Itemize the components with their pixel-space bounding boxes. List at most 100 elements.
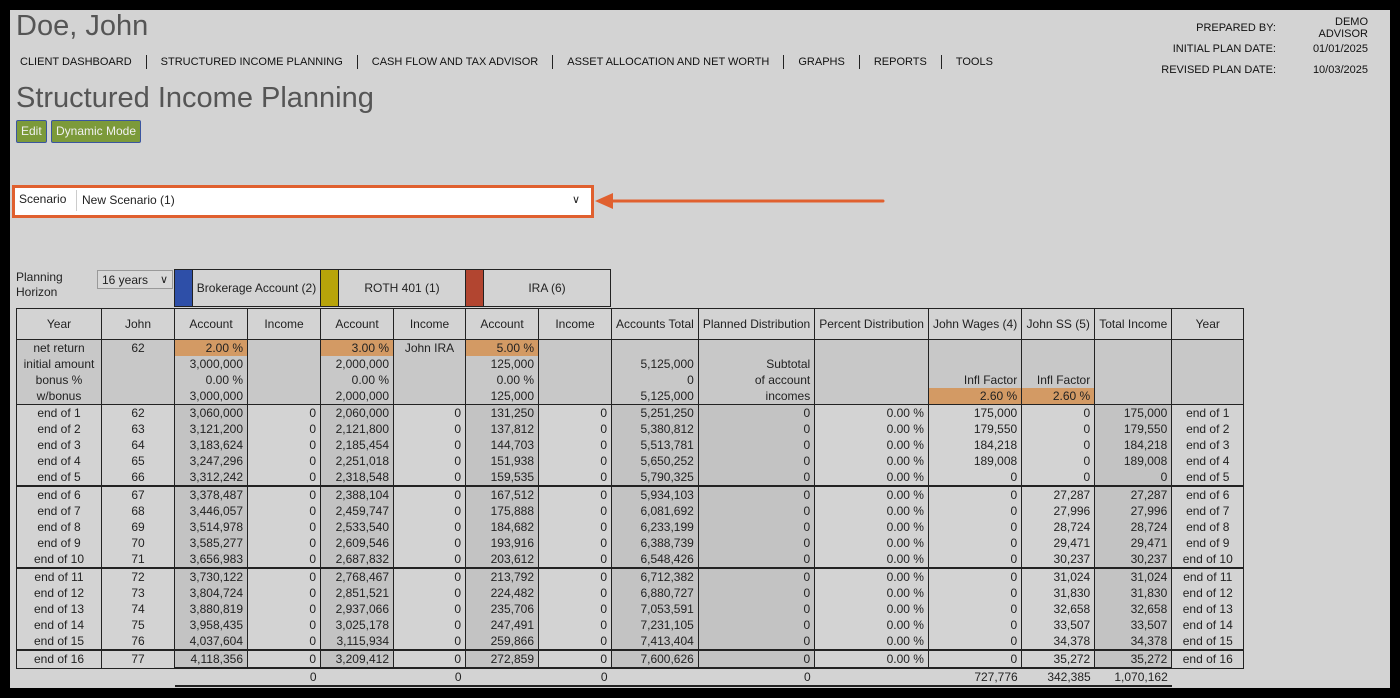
table-cell: 0 (247, 469, 321, 486)
nav-link[interactable]: GRAPHS (798, 56, 844, 68)
table-cell: 28,724 (1021, 519, 1096, 535)
table-cell: 179,550 (927, 421, 1023, 437)
table-row: end of 9 70 3,585,277 0 2,609,546 0 193,916 0 6,… (16, 535, 1245, 551)
rate-input[interactable]: 3.00 % (321, 340, 393, 356)
table-cell: 0 (697, 437, 816, 453)
table-cell: 7,600,626 (611, 649, 699, 669)
table-row: end of 3 64 3,183,624 0 2,185,454 0 144,703 0 5,… (16, 437, 1245, 453)
nav-link[interactable]: ASSET ALLOCATION AND NET WORTH (567, 56, 769, 68)
table-cell: 3,115,934 (320, 633, 394, 650)
table-cell: 7,053,591 (611, 601, 699, 617)
table-cell: 30,237 (1094, 551, 1173, 568)
setup-value (540, 356, 611, 372)
setup-value: Infl Factor (963, 373, 1018, 387)
scenario-select[interactable]: New Scenario (1) ∨ (76, 190, 586, 211)
setup-value (1096, 388, 1171, 404)
table-cell: 0 (393, 469, 466, 486)
table-cell: 0 (927, 567, 1023, 585)
table-cell: 3,121,200 (174, 421, 248, 437)
total-cell: 0 (698, 667, 815, 687)
income-planning-table: Year John Account Income Account Income Accoun… (16, 308, 1245, 687)
setup-value: 0.00 % (205, 373, 243, 387)
table-cell: 189,008 (1094, 453, 1173, 469)
setup-cell (247, 339, 321, 405)
planning-horizon-label: Planning Horizon (16, 270, 63, 299)
totals-row: 0 0 0 0 727,776 342,385 1,070,162 (16, 667, 1244, 687)
dynamic-mode-button[interactable]: Dynamic Mode (51, 120, 142, 143)
table-cell: 2,937,066 (320, 601, 394, 617)
edit-button[interactable]: Edit (16, 120, 47, 143)
nav-link[interactable]: STRUCTURED INCOME PLANNING (161, 56, 343, 68)
table-cell: 0 (538, 601, 612, 617)
table-cell: 0 (247, 535, 321, 551)
table-cell: 0 (927, 503, 1023, 519)
table-cell: 0 (247, 453, 321, 469)
table-cell: 7,231,105 (611, 617, 699, 633)
table-cell: 0 (538, 485, 612, 503)
scenario-label: Scenario (19, 192, 67, 206)
table-cell: 0 (393, 485, 466, 503)
setup-value (1173, 388, 1243, 404)
setup-value: 2,000,000 (335, 389, 389, 403)
setup-value (816, 340, 928, 356)
total-cell (465, 667, 539, 687)
setup-value (103, 356, 174, 372)
table-cell: 3,025,178 (320, 617, 394, 633)
table-cell: 0.00 % (814, 649, 929, 669)
table-cell: 2,185,454 (320, 437, 394, 453)
table-cell: 5,380,812 (611, 421, 699, 437)
table-cell: 272,859 (465, 649, 539, 669)
table-cell: 0 (393, 633, 466, 650)
table-row: end of 11 72 3,730,122 0 2,768,467 0 213,792 0 6… (16, 567, 1245, 585)
nav-link[interactable]: CLIENT DASHBOARD (20, 56, 132, 68)
column-header: Year (1171, 308, 1245, 340)
table-cell: end of 6 (1171, 485, 1245, 503)
nav-link[interactable]: TOOLS (956, 56, 993, 68)
table-row: end of 1 62 3,060,000 0 2,060,000 0 131,250 0 5,… (16, 404, 1245, 421)
table-cell: end of 1 (1171, 404, 1245, 421)
nav-link[interactable]: CASH FLOW AND TAX ADVISOR (372, 56, 538, 68)
setup-cell: 5,125,000 0 5,125,000 (611, 339, 699, 405)
table-cell: 0 (697, 503, 816, 519)
column-header: Percent Distribution (814, 308, 929, 340)
account-name: ROTH 401 (1) (364, 281, 440, 295)
table-cell: 0 (538, 649, 612, 669)
table-row: end of 6 67 3,378,487 0 2,388,104 0 167,512 0 5,… (16, 485, 1245, 503)
table-cell: 3,804,724 (174, 585, 248, 601)
setup-value (816, 388, 928, 404)
nav-link[interactable]: REPORTS (874, 56, 927, 68)
setup-value: 125,000 (490, 389, 534, 403)
table-row: end of 5 66 3,312,242 0 2,318,548 0 159,535 0 5,… (16, 469, 1245, 486)
rate-input[interactable]: 2.60 % (1022, 388, 1094, 404)
table-cell: 34,378 (1021, 633, 1096, 650)
table-row: end of 12 73 3,804,724 0 2,851,521 0 224,482 0 6… (16, 585, 1245, 601)
table-cell: 0 (697, 551, 816, 568)
setup-value (1096, 340, 1171, 356)
setup-value (1096, 356, 1171, 372)
table-cell: end of 7 (16, 503, 102, 519)
table-cell: 0 (927, 519, 1023, 535)
table-cell: 6,880,727 (611, 585, 699, 601)
scenario-value: New Scenario (1) (82, 193, 175, 207)
setup-value: 0.00 % (351, 373, 389, 387)
setup-value (249, 340, 320, 356)
setup-value (612, 340, 697, 356)
table-cell: 77 (101, 649, 175, 669)
table-cell: end of 1 (16, 404, 102, 421)
table-cell: 0 (1021, 469, 1096, 486)
table-cell: 3,378,487 (174, 485, 248, 503)
planning-horizon-select[interactable]: 16 years ∨ (97, 270, 173, 289)
table-cell: 184,218 (1094, 437, 1173, 453)
setup-cell (814, 339, 929, 405)
setup-value: 5,125,000 (640, 357, 694, 371)
rate-input[interactable]: 2.00 % (175, 340, 247, 356)
table-cell: 0.00 % (814, 485, 929, 503)
total-cell: 0 (247, 667, 321, 687)
table-cell: 5,251,250 (611, 404, 699, 421)
setup-value: initial amount (23, 357, 95, 371)
table-cell: 0 (393, 437, 466, 453)
rate-input[interactable]: 5.00 % (466, 340, 538, 356)
table-cell: 35,272 (1094, 649, 1173, 669)
rate-input[interactable]: 2.60 % (929, 388, 1021, 404)
table-cell: 2,459,747 (320, 503, 394, 519)
